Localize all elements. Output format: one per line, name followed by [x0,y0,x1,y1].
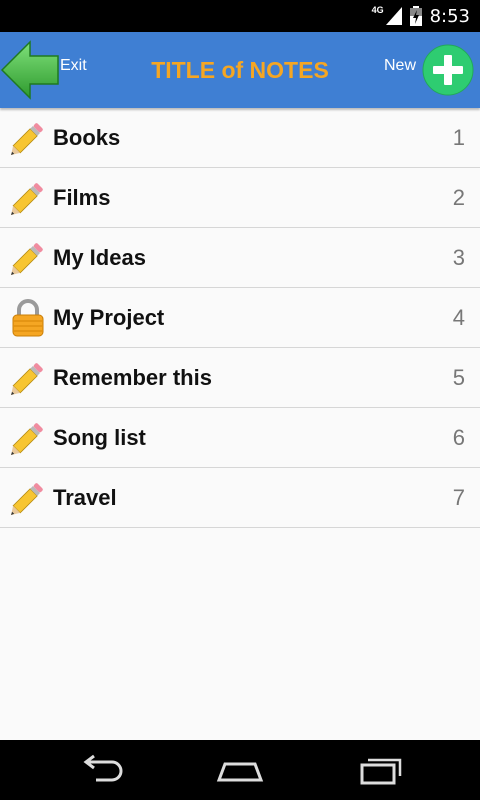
new-label: New [383,57,416,74]
network-type-label: 4G [371,5,384,15]
status-bar: 4G 8:53 [0,0,480,32]
note-number: 6 [452,424,465,450]
clock: 8:53 [429,5,470,27]
pencil-icon [11,122,43,155]
note-number: 5 [452,364,465,390]
note-title: Films [53,184,111,210]
pencil-icon [11,362,43,395]
status-indicators: 4G 8:53 [372,0,470,32]
list-item[interactable]: Travel 7 [0,468,480,528]
exit-label: Exit [60,57,87,74]
note-number: 7 [452,484,465,510]
pencil-icon [11,242,43,275]
note-title: My Ideas [53,244,146,270]
pencil-icon [11,482,43,515]
plus-icon [422,44,474,96]
pencil-icon [11,182,43,215]
list-item[interactable]: Song list 6 [0,408,480,468]
home-icon[interactable] [215,752,265,788]
lock-icon [12,298,44,336]
notes-list: Books 1 Films 2 My Ideas 3 My Project 4 … [0,108,480,528]
app-bar: Exit TITLE of NOTES New [0,32,480,108]
note-number: 2 [452,184,465,210]
note-title: Remember this [53,364,212,390]
list-item[interactable]: My Project 4 [0,288,480,348]
back-icon[interactable] [76,752,126,788]
note-number: 4 [452,304,465,330]
note-number: 1 [452,124,465,150]
note-title: Song list [53,424,146,450]
note-title: My Project [53,304,165,330]
note-title: Books [53,124,121,150]
signal-icon [385,7,402,25]
list-item[interactable]: Films 2 [0,168,480,228]
battery-icon [409,6,422,26]
system-nav-bar [0,740,480,800]
note-title: Travel [53,484,117,510]
recent-apps-icon[interactable] [356,752,406,788]
note-number: 3 [452,244,465,270]
exit-button[interactable]: Exit [0,32,110,108]
exit-arrow-icon [0,40,59,100]
list-item[interactable]: Books 1 [0,108,480,168]
pencil-icon [11,422,43,455]
new-note-button[interactable]: New [384,32,474,108]
list-item[interactable]: Remember this 5 [0,348,480,408]
list-item[interactable]: My Ideas 3 [0,228,480,288]
